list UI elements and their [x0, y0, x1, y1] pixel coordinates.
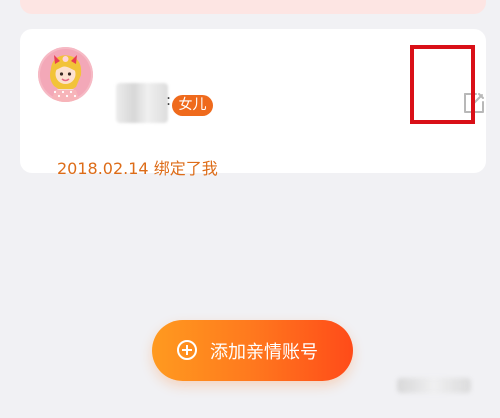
edit-highlight-box: [410, 45, 475, 124]
relation-badge: 女儿: [172, 95, 213, 116]
avatar: [38, 47, 93, 102]
watermark-blur: [397, 378, 471, 393]
name-colon: :: [166, 91, 172, 109]
bind-info: 2018.02.14 绑定了我: [57, 159, 218, 178]
add-family-account-button[interactable]: 添加亲情账号: [152, 320, 353, 381]
blurred-name: [116, 83, 168, 123]
add-family-account-label: 添加亲情账号: [210, 342, 318, 363]
plus-circle-icon: [177, 340, 197, 360]
top-card: [20, 0, 486, 14]
